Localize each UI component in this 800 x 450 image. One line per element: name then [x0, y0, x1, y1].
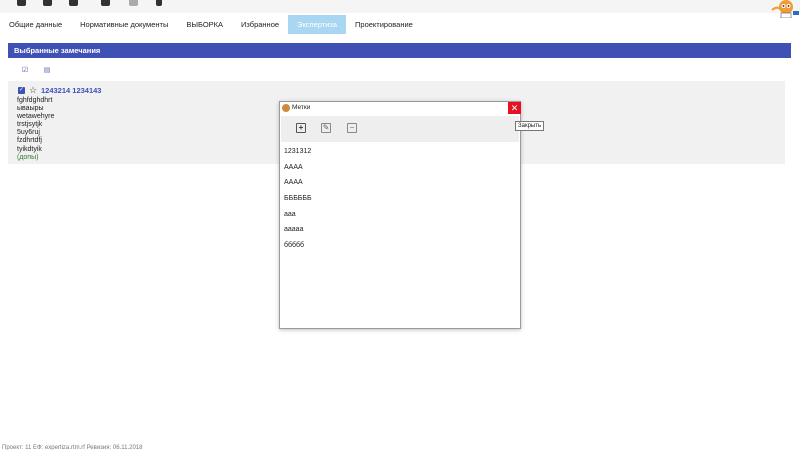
edit-icon[interactable]: ✎ [321, 123, 331, 133]
remark-line: fghfdghdhrt [17, 97, 53, 104]
list-item[interactable]: 1231312 [284, 147, 312, 163]
remove-icon[interactable]: − [347, 123, 357, 133]
attach-icon[interactable] [129, 0, 138, 6]
dialog-toolbar: + ✎ − [281, 116, 519, 142]
tab-normative-documents[interactable]: Нормативные документы [71, 15, 177, 34]
remark-line: fzdhrtdfj [17, 137, 42, 145]
remark-line: wetawehyre [17, 113, 55, 121]
list-item[interactable]: АААА [284, 178, 312, 194]
list-item[interactable]: ббббб [284, 241, 312, 257]
select-all-icon[interactable]: ☑ [21, 67, 29, 75]
remark-checkbox[interactable]: ✓ [18, 87, 25, 94]
close-tooltip: Закрыть [515, 121, 545, 131]
tab-favorites[interactable]: Избранное [232, 15, 288, 34]
dialog-titlebar[interactable]: Метки ✕ [280, 102, 521, 114]
dialog-title: Метки [292, 104, 311, 111]
clipboard-icon[interactable] [101, 0, 110, 6]
tag-list: 1231312 АААА АААА ББББББ ааа ааааа ббббб [284, 147, 312, 257]
tab-design[interactable]: Проектирование [346, 15, 422, 34]
main-tabs: Общие данные Нормативные документы ВЫБОР… [0, 15, 422, 34]
document-icon[interactable]: ▤ [43, 67, 51, 75]
add-icon[interactable]: + [296, 123, 306, 133]
star-icon[interactable]: ☆ [29, 85, 37, 95]
remark-line: trstjsytjk [17, 121, 43, 129]
tab-general[interactable]: Общие данные [0, 15, 71, 34]
remark-title[interactable]: 1243214 1234143 [41, 86, 101, 95]
top-toolbar [0, 0, 800, 13]
open-folder-icon[interactable] [43, 0, 52, 6]
tab-expertise[interactable]: Экспертиза [288, 15, 347, 34]
status-footer: Проект: 11 ЕФ: expertiza.rtm.rf Ревизия:… [2, 445, 143, 450]
close-button[interactable]: ✕ [508, 102, 521, 114]
list-item[interactable]: ааа [284, 210, 312, 226]
list-item[interactable]: АААА [284, 163, 312, 179]
tags-dialog: Метки ✕ + ✎ − 1231312 АААА АААА ББББББ а… [279, 101, 521, 329]
panel-title: Выбранные замечания [8, 43, 791, 58]
copy-icon[interactable] [69, 0, 78, 6]
remark-line: ываыры [17, 105, 44, 113]
list-item[interactable]: ББББББ [284, 194, 312, 210]
pin-icon[interactable] [156, 0, 162, 6]
mascot-icon [771, 0, 799, 18]
tab-selection[interactable]: ВЫБОРКА [177, 15, 232, 34]
remark-text: fghfdghdhrt ываыры wetawehyre trstjsytjk… [17, 97, 54, 162]
list-item[interactable]: ааааа [284, 225, 312, 241]
new-document-icon[interactable] [17, 0, 26, 6]
remark-more-link[interactable]: (допы) [17, 154, 54, 162]
remark-line: 5uy6ruj [17, 129, 40, 137]
app-icon [282, 104, 290, 112]
remark-line: tyikdtyik [17, 145, 42, 153]
